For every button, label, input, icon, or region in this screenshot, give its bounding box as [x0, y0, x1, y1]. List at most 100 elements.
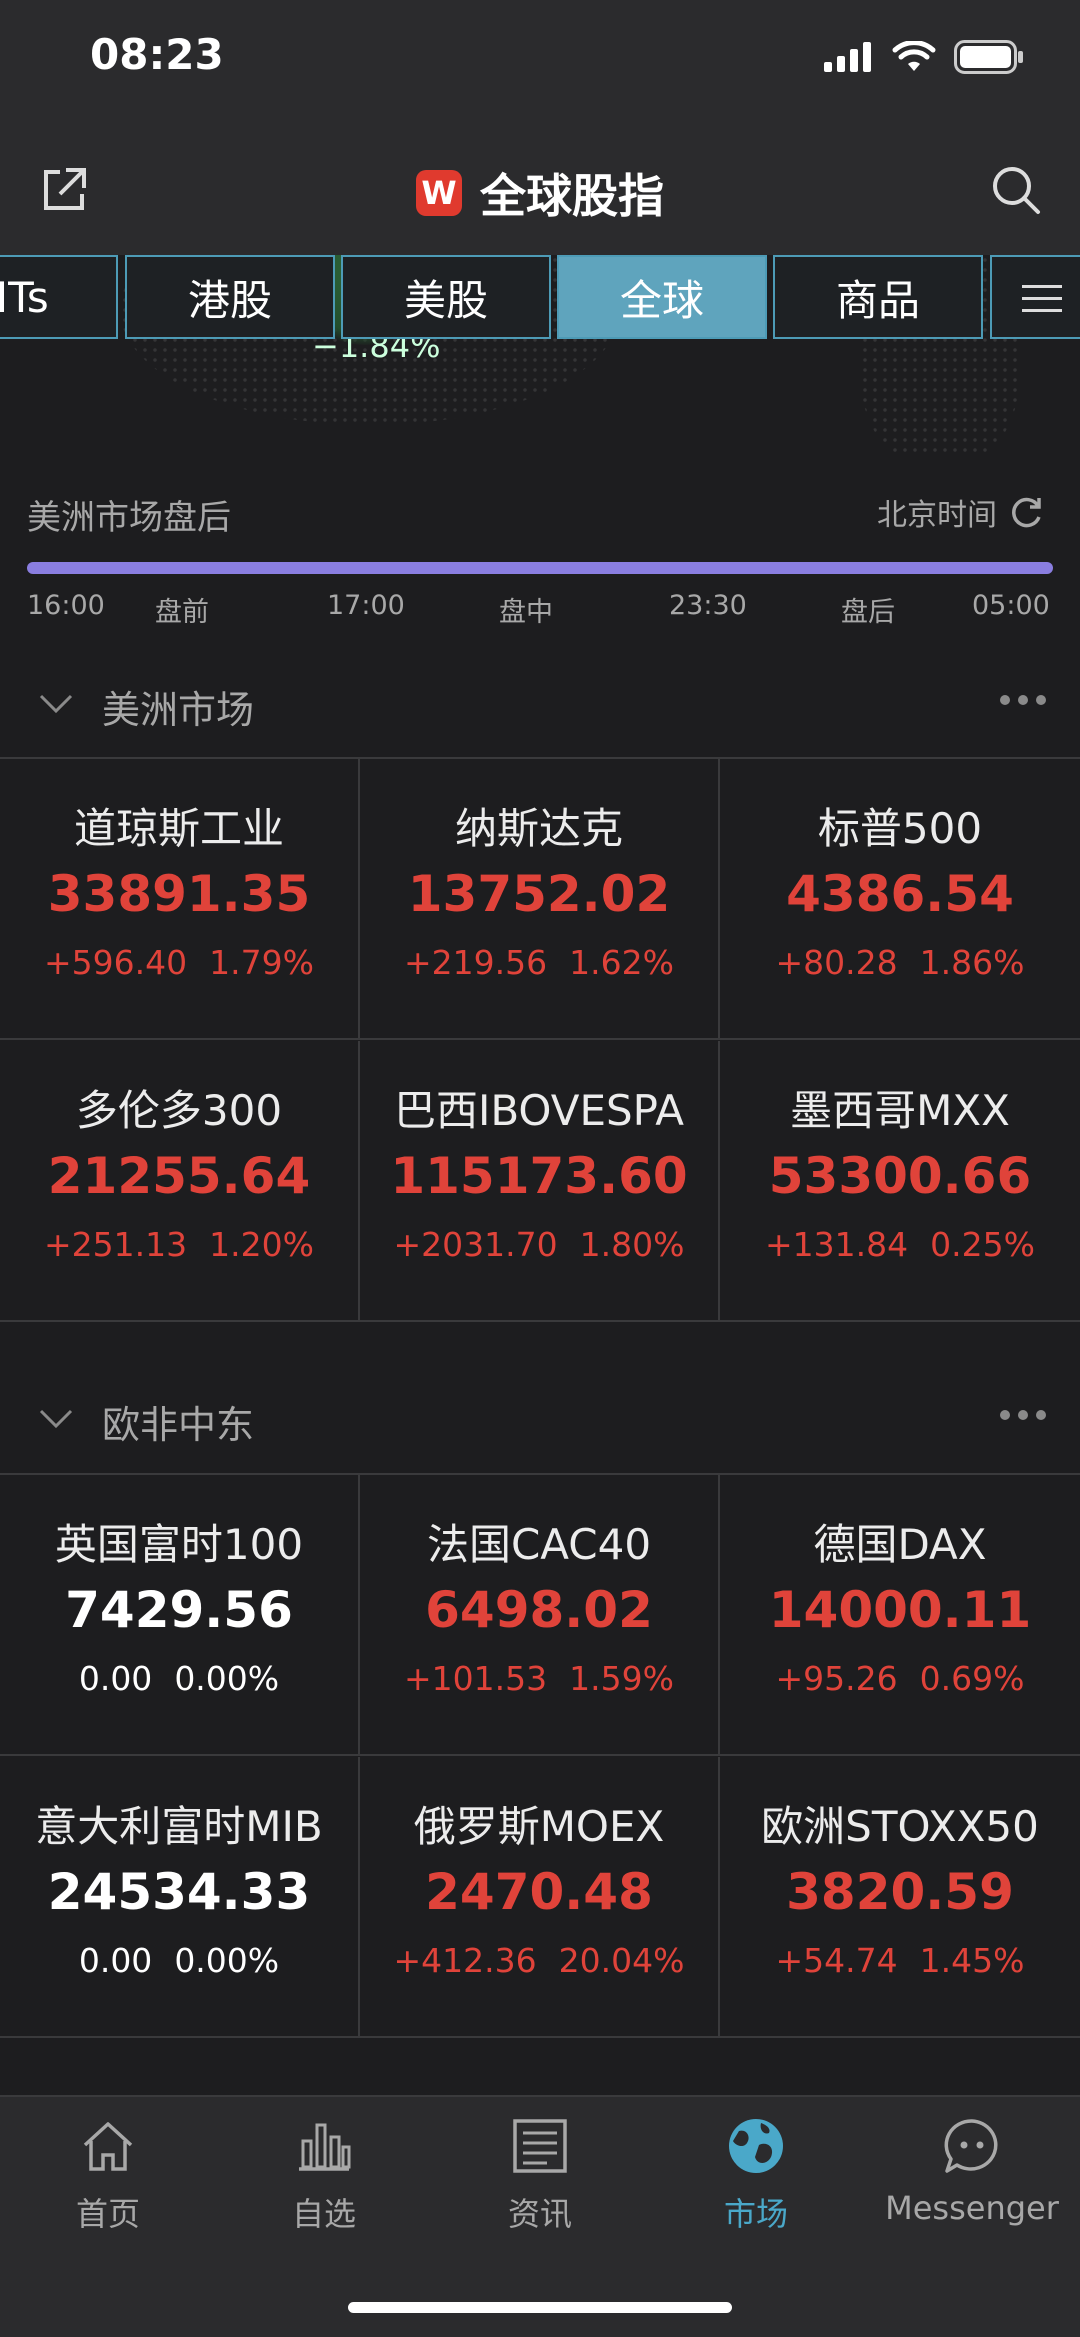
- more-icon[interactable]: [1000, 695, 1046, 705]
- index-price: 3820.59: [786, 1863, 1014, 1921]
- timezone-toggle[interactable]: 北京时间: [877, 490, 1045, 534]
- index-price: 24534.33: [47, 1863, 311, 1921]
- tabbar-label: Messenger: [885, 2189, 1059, 2227]
- index-percent: 0.25%: [930, 1225, 1035, 1264]
- index-change: 0.00: [78, 1941, 153, 1980]
- index-price: 53300.66: [768, 1147, 1032, 1205]
- index-change-row: +596.40 1.79%: [0, 943, 358, 982]
- tabbar-label: 资讯: [507, 2195, 572, 2233]
- app-logo: W: [416, 170, 462, 216]
- status-bar: 08:23: [0, 0, 1080, 120]
- status-time: 08:23: [90, 30, 224, 79]
- index-percent: 20.04%: [558, 1941, 685, 1980]
- status-icons: [824, 40, 1024, 74]
- index-percent: 0.00%: [174, 1941, 280, 1980]
- index-change-row: +54.74 1.45%: [720, 1941, 1080, 1980]
- tabbar-watchlist[interactable]: 自选: [216, 2115, 432, 2245]
- tabbar-home[interactable]: 首页: [0, 2115, 216, 2245]
- index-card[interactable]: 标普500 4386.54 +80.28 1.86%: [720, 759, 1080, 1040]
- index-percent: 1.86%: [919, 943, 1025, 982]
- index-change-row: 0.00 0.00%: [0, 1941, 358, 1980]
- tabbar-news[interactable]: 资讯: [432, 2115, 648, 2245]
- index-name: 俄罗斯MOEX: [413, 1802, 665, 1851]
- index-percent: 1.79%: [209, 943, 314, 982]
- session-labels: 16:00 盘前 17:00 盘中 23:30 盘后 05:00: [27, 590, 1053, 630]
- index-card[interactable]: 道琼斯工业 33891.35 +596.40 1.79%: [0, 759, 360, 1040]
- index-name: 意大利富时MIB: [35, 1802, 323, 1851]
- session-label: 05:00: [972, 590, 1050, 621]
- index-name: 巴西IBOVESPA: [393, 1086, 685, 1135]
- index-price: 6498.02: [425, 1581, 653, 1639]
- index-name: 标普500: [817, 804, 983, 853]
- search-icon[interactable]: [990, 164, 1042, 216]
- wifi-icon: [892, 41, 936, 71]
- index-percent: 1.62%: [569, 943, 674, 982]
- tab-global[interactable]: 全球: [557, 255, 767, 339]
- session-label: 盘后: [841, 597, 895, 628]
- index-card[interactable]: 意大利富时MIB 24534.33 0.00 0.00%: [0, 1757, 360, 2038]
- index-change: 0.00: [78, 1659, 153, 1698]
- index-name: 道琼斯工业: [73, 804, 284, 853]
- index-change: +54.74: [775, 1941, 898, 1980]
- index-name: 多伦多300: [75, 1086, 283, 1135]
- index-price: 115173.60: [390, 1147, 688, 1205]
- index-price: 21255.64: [47, 1147, 311, 1205]
- session-progress-bar: [27, 562, 1053, 574]
- index-card[interactable]: 巴西IBOVESPA 115173.60 +2031.70 1.80%: [360, 1041, 720, 1322]
- section-header-americas[interactable]: 美洲市场: [0, 665, 1080, 745]
- index-card[interactable]: 纳斯达克 13752.02 +219.56 1.62%: [360, 759, 720, 1040]
- index-percent: 1.80%: [579, 1225, 685, 1264]
- header-title-group: W 全球股指: [0, 160, 1080, 226]
- tab-menu-button[interactable]: [990, 255, 1080, 339]
- index-price: 4386.54: [786, 865, 1014, 923]
- index-grid-americas: 道琼斯工业 33891.35 +596.40 1.79% 纳斯达克 13752.02 +21…: [0, 757, 1080, 1322]
- index-name: 英国富时100: [54, 1520, 304, 1569]
- index-change-row: +219.56 1.62%: [360, 943, 718, 982]
- trading-session: 美洲市场盘后 北京时间 16:00 盘前 17:00 盘中 23:30 盘后 0…: [27, 490, 1053, 628]
- index-name: 欧洲STOXX50: [761, 1802, 1039, 1851]
- bar-chart-icon: [299, 2123, 351, 2171]
- battery-icon: [954, 40, 1023, 74]
- chat-icon: [944, 2119, 998, 2173]
- index-card[interactable]: 多伦多300 21255.64 +251.13 1.20%: [0, 1041, 360, 1322]
- index-percent: 0.69%: [919, 1659, 1025, 1698]
- index-card[interactable]: 法国CAC40 6498.02 +101.53 1.59%: [360, 1475, 720, 1756]
- section-header-emea[interactable]: 欧非中东: [0, 1380, 1080, 1460]
- news-icon: [513, 2119, 567, 2173]
- tab-label: 港股: [187, 275, 272, 325]
- tab-hk-stocks[interactable]: 港股: [125, 255, 335, 339]
- category-tabs: EITs 港股 美股 全球 商品: [0, 255, 1080, 341]
- index-price: 2470.48: [425, 1863, 653, 1921]
- session-label: 盘中: [499, 597, 553, 628]
- index-change-row: +80.28 1.86%: [720, 943, 1080, 982]
- index-name: 德国DAX: [813, 1520, 987, 1569]
- index-card[interactable]: 德国DAX 14000.11 +95.26 0.69%: [720, 1475, 1080, 1756]
- index-change: +219.56: [404, 943, 548, 982]
- index-percent: 0.00%: [174, 1659, 280, 1698]
- index-card[interactable]: 俄罗斯MOEX 2470.48 +412.36 20.04%: [360, 1757, 720, 2038]
- index-percent: 1.59%: [569, 1659, 674, 1698]
- more-icon[interactable]: [1000, 1410, 1046, 1420]
- index-percent: 1.45%: [919, 1941, 1025, 1980]
- tab-us-stocks[interactable]: 美股: [341, 255, 551, 339]
- index-percent: 1.20%: [209, 1225, 314, 1264]
- tab-commodities[interactable]: 商品: [773, 255, 983, 339]
- session-label: 16:00: [27, 590, 105, 621]
- tabbar-label: 首页: [75, 2195, 140, 2233]
- timezone-label: 北京时间: [877, 498, 997, 533]
- index-change-row: 0.00 0.00%: [0, 1659, 358, 1698]
- index-card[interactable]: 欧洲STOXX50 3820.59 +54.74 1.45%: [720, 1757, 1080, 2038]
- section-title: 美洲市场: [102, 688, 255, 732]
- index-card[interactable]: 墨西哥MXX 53300.66 +131.84 0.25%: [720, 1041, 1080, 1322]
- index-card[interactable]: 英国富时100 7429.56 0.00 0.00%: [0, 1475, 360, 1756]
- index-change: +412.36: [393, 1941, 537, 1980]
- menu-icon-line: [1022, 309, 1062, 312]
- session-label: 17:00: [327, 590, 405, 621]
- index-name: 纳斯达克: [454, 804, 623, 853]
- tabbar-market[interactable]: 市场: [648, 2115, 864, 2245]
- tab-label: 商品: [835, 275, 920, 325]
- tabbar-messenger[interactable]: Messenger: [864, 2115, 1080, 2245]
- index-change: +95.26: [775, 1659, 898, 1698]
- tab-reits[interactable]: EITs: [0, 255, 118, 339]
- bottom-tab-bar: 首页 自选 资讯 市场 Messenger: [0, 2095, 1080, 2337]
